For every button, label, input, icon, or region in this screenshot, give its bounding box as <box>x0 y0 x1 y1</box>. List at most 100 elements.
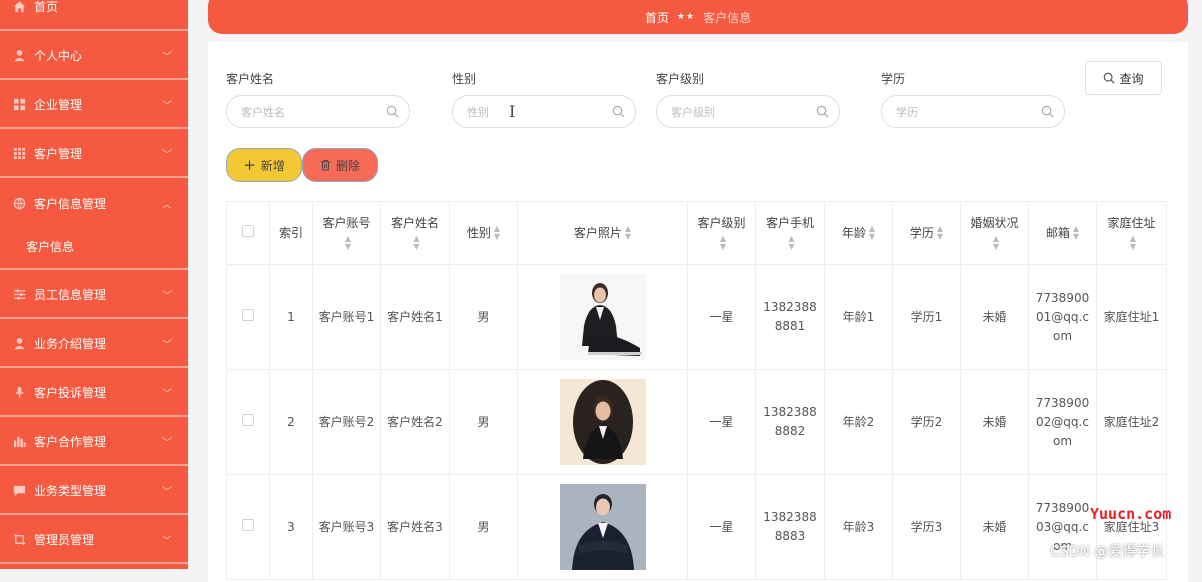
gender-input[interactable]: 性别 I <box>452 95 636 128</box>
gender-label: 性别 <box>452 72 477 86</box>
cell-address: 家庭住址1 <box>1096 264 1167 370</box>
sort-icon[interactable]: ▲ ▼ <box>413 234 419 251</box>
sort-icon[interactable]: ▲ ▼ <box>345 234 351 251</box>
cell-age: 年龄3 <box>824 474 893 580</box>
education-input[interactable]: 学历 <box>881 95 1065 128</box>
sidebar-item-customer-info[interactable]: 客户信息管理 ︿ <box>0 180 188 227</box>
education-label: 学历 <box>881 72 906 86</box>
chevron-down-icon: ﹀ <box>162 101 172 112</box>
table-row[interactable]: 2 客户账号2 客户姓名2 男 一星 13823888882 年龄2 学历2 未… <box>226 369 1167 475</box>
delete-button[interactable]: 删除 <box>302 148 378 182</box>
chevron-down-icon: ﹀ <box>162 150 172 161</box>
column-header-gender[interactable]: 性别 ▲ ▼ <box>449 201 518 265</box>
customer-level-placeholder: 客户级别 <box>671 105 715 119</box>
column-header-phone[interactable]: 客户手机 ▲ ▼ <box>755 201 825 265</box>
sidebar-item-cooperation[interactable]: 客户合作管理 ﹀ <box>0 419 188 466</box>
select-all-cell[interactable] <box>226 201 270 265</box>
table-row[interactable]: 3 客户账号3 客户姓名3 男 一星 13823888883 年龄3 学历3 未… <box>226 474 1167 580</box>
cell-name: 客户姓名3 <box>380 474 450 580</box>
sort-icon[interactable]: ▲ ▼ <box>1130 234 1136 251</box>
sort-icon[interactable]: ▲ ▼ <box>494 225 500 241</box>
cell-phone: 13823888881 <box>755 264 825 370</box>
cell-email: 773890003@qq.com <box>1028 474 1097 580</box>
sidebar-item-label: 企业管理 <box>34 98 83 112</box>
author-watermark: CSDN @爱得学长 <box>1050 544 1165 560</box>
sidebar-item-admins[interactable]: 管理员管理 ﹀ <box>0 517 188 564</box>
apps-icon <box>12 147 26 161</box>
table-row[interactable]: 1 客户账号1 客户姓名1 男 一星 13823888881 年龄1 学历1 未… <box>226 264 1167 370</box>
cell-address: 家庭住址3 <box>1096 474 1167 580</box>
search-icon <box>386 105 399 118</box>
grid-icon <box>12 98 26 112</box>
customer-name-label: 客户姓名 <box>226 72 275 86</box>
sidebar-subitem-label: 客户信息 <box>26 240 75 254</box>
column-header-account[interactable]: 客户账号 ▲ ▼ <box>312 201 381 265</box>
cell-education: 学历2 <box>892 369 961 475</box>
sidebar-item-label: 首页 <box>34 0 59 14</box>
sort-icon[interactable]: ▲ ▼ <box>788 234 794 251</box>
customer-photo[interactable] <box>559 484 646 570</box>
sidebar-item-label: 业务介绍管理 <box>34 337 107 351</box>
column-header-photo[interactable]: 客户照片 ▲ ▼ <box>517 201 688 265</box>
sidebar-item-business-intro[interactable]: 业务介绍管理 ﹀ <box>0 321 188 368</box>
microphone-icon <box>12 386 26 400</box>
query-button-label: 查询 <box>1119 71 1144 86</box>
customer-name-input[interactable]: 客户姓名 <box>226 95 410 128</box>
row-select-cell[interactable] <box>226 474 270 580</box>
customer-photo[interactable] <box>559 379 646 465</box>
row-checkbox[interactable] <box>242 518 254 531</box>
person-portrait-image <box>559 484 646 570</box>
column-header-age[interactable]: 年龄 ▲ ▼ <box>824 201 893 265</box>
select-all-checkbox[interactable] <box>242 224 254 237</box>
cell-index: 3 <box>269 474 313 580</box>
row-checkbox[interactable] <box>242 413 254 426</box>
column-header-address[interactable]: 家庭住址 ▲ ▼ <box>1096 201 1167 265</box>
cell-photo <box>517 264 688 370</box>
cell-gender: 男 <box>449 474 518 580</box>
cell-level: 一星 <box>687 474 756 580</box>
customer-photo[interactable] <box>559 274 646 360</box>
sidebar-item-business-type[interactable]: 业务类型管理 ﹀ <box>0 468 188 515</box>
column-header-label: 客户手机 <box>765 216 814 230</box>
chevron-down-icon: ﹀ <box>162 487 172 498</box>
customer-level-input[interactable]: 客户级别 <box>656 95 840 128</box>
sliders-icon <box>12 288 26 302</box>
sidebar-item-personal-center[interactable]: 个人中心 ﹀ <box>0 33 188 80</box>
query-button[interactable]: 查询 <box>1085 61 1162 95</box>
sort-icon[interactable]: ▲ ▼ <box>625 225 631 241</box>
text-cursor-icon: I <box>509 102 516 121</box>
column-header-email[interactable]: 邮箱 ▲ ▼ <box>1028 201 1097 265</box>
cell-marital: 未婚 <box>960 474 1029 580</box>
column-header-marital[interactable]: 婚姻状况 ▲ ▼ <box>960 201 1029 265</box>
row-select-cell[interactable] <box>226 264 270 370</box>
breadcrumb-home[interactable]: 首页 <box>645 9 669 26</box>
sort-icon[interactable]: ▲ ▼ <box>869 225 875 241</box>
sort-icon[interactable]: ▲ ▼ <box>1073 225 1079 241</box>
cell-marital: 未婚 <box>960 264 1029 370</box>
add-button[interactable]: + 新增 <box>226 148 302 182</box>
chevron-down-icon: ﹀ <box>162 340 172 351</box>
sidebar-item-employee-info[interactable]: 员工信息管理 ﹀ <box>0 272 188 319</box>
sort-icon[interactable]: ▲ ▼ <box>993 234 999 251</box>
user-icon <box>12 337 26 351</box>
column-header-name[interactable]: 客户姓名 ▲ ▼ <box>380 201 450 265</box>
bar-chart-icon <box>12 435 26 449</box>
sidebar-item-complaints[interactable]: 客户投诉管理 ﹀ <box>0 370 188 417</box>
row-select-cell[interactable] <box>226 369 270 475</box>
sidebar-subitem-customer-info[interactable]: 客户信息 <box>0 225 188 270</box>
column-header-index: 索引 <box>269 201 313 265</box>
sidebar-item-customers[interactable]: 客户管理 ﹀ <box>0 131 188 178</box>
column-header-level[interactable]: 客户级别 ▲ ▼ <box>687 201 756 265</box>
sidebar-item-label: 客户合作管理 <box>34 435 107 449</box>
breadcrumb: 首页 ★★ 客户信息 <box>208 0 1188 34</box>
sort-icon[interactable]: ▲ ▼ <box>720 234 726 251</box>
column-header-label: 客户姓名 <box>390 216 439 230</box>
column-header-label: 索引 <box>278 225 303 240</box>
sort-icon[interactable]: ▲ ▼ <box>937 225 943 241</box>
sidebar-item-home[interactable]: 首页 <box>0 0 188 31</box>
sidebar-item-enterprise[interactable]: 企业管理 ﹀ <box>0 82 188 129</box>
column-header-education[interactable]: 学历 ▲ ▼ <box>892 201 961 265</box>
column-header-label: 家庭住址 <box>1107 216 1156 230</box>
crop-icon <box>12 533 26 547</box>
row-checkbox[interactable] <box>242 308 254 321</box>
